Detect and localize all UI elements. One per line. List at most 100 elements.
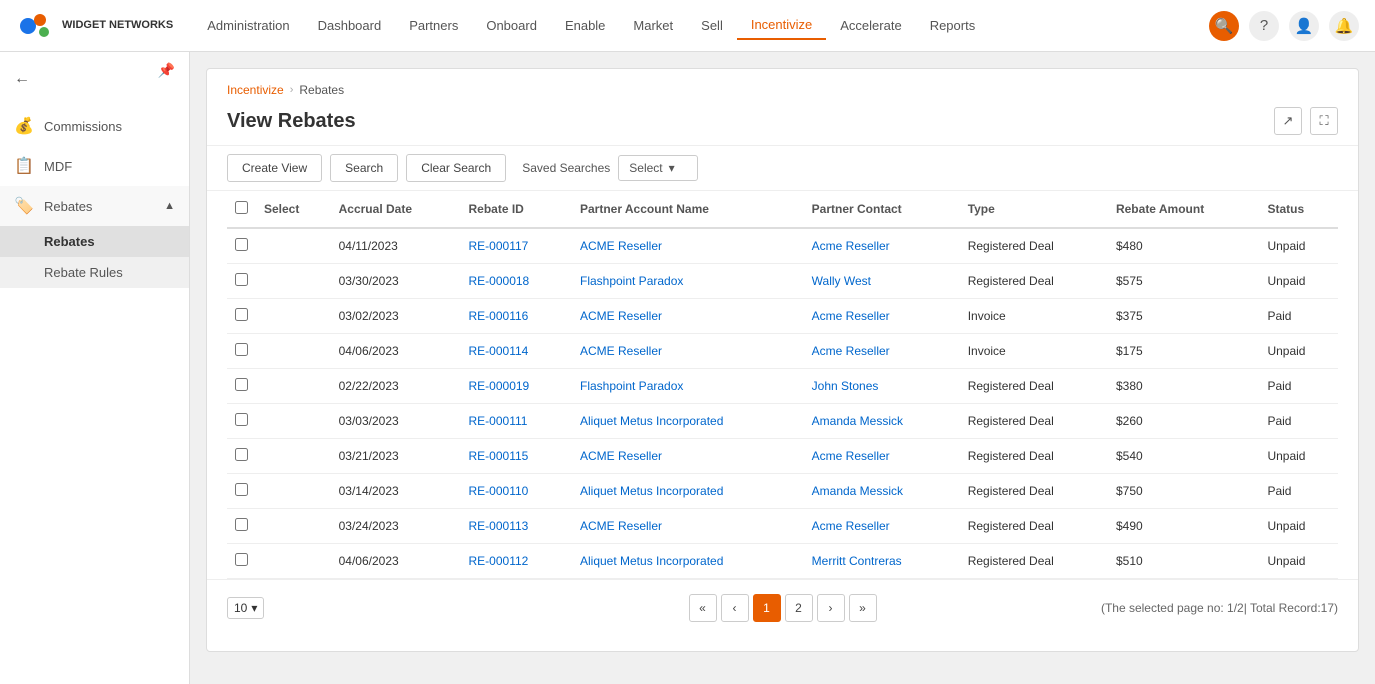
row-checkbox-cell (227, 228, 256, 264)
row-partner-contact-7[interactable]: Amanda Messick (804, 474, 960, 509)
nav-item-sell[interactable]: Sell (687, 12, 737, 39)
saved-searches-dropdown[interactable]: Select ▾ (618, 155, 698, 181)
row-type-2: Invoice (960, 299, 1108, 334)
row-checkbox-5[interactable] (235, 413, 248, 426)
row-checkbox-7[interactable] (235, 483, 248, 496)
rebates-submenu: Rebates Rebate Rules (0, 226, 189, 288)
row-select-2 (256, 299, 331, 334)
help-icon-button[interactable]: ? (1249, 11, 1279, 41)
row-partner-account-7[interactable]: Aliquet Metus Incorporated (572, 474, 804, 509)
col-rebate-id: Rebate ID (461, 191, 572, 228)
table-row: 03/30/2023 RE-000018 Flashpoint Paradox … (227, 264, 1338, 299)
col-partner-account-name: Partner Account Name (572, 191, 804, 228)
row-accrual-date-5: 03/03/2023 (331, 404, 461, 439)
clear-search-button[interactable]: Clear Search (406, 154, 506, 182)
sidebar-item-rebates[interactable]: 🏷️ Rebates ▲ (0, 186, 189, 226)
nav-item-administration[interactable]: Administration (193, 12, 303, 39)
row-partner-contact-9[interactable]: Merritt Contreras (804, 544, 960, 579)
user-avatar-button[interactable]: 👤 (1289, 11, 1319, 41)
select-all-checkbox[interactable] (235, 201, 248, 214)
row-type-9: Registered Deal (960, 544, 1108, 579)
sidebar-submenu-item-rebates[interactable]: Rebates (0, 226, 189, 257)
sidebar-submenu-item-rebate-rules[interactable]: Rebate Rules (0, 257, 189, 288)
breadcrumb-separator: › (290, 84, 294, 96)
per-page-chevron-icon: ▾ (251, 601, 257, 615)
row-checkbox-3[interactable] (235, 343, 248, 356)
select-all-header (227, 191, 256, 228)
page-1-button[interactable]: 1 (753, 594, 781, 622)
page-title: View Rebates (227, 110, 356, 133)
row-partner-account-3[interactable]: ACME Reseller (572, 334, 804, 369)
row-partner-account-0[interactable]: ACME Reseller (572, 228, 804, 264)
row-partner-account-5[interactable]: Aliquet Metus Incorporated (572, 404, 804, 439)
export-icon-button[interactable]: ↗ (1274, 107, 1302, 135)
row-checkbox-2[interactable] (235, 308, 248, 321)
last-page-button[interactable]: » (849, 594, 877, 622)
row-partner-account-8[interactable]: ACME Reseller (572, 509, 804, 544)
row-partner-account-6[interactable]: ACME Reseller (572, 439, 804, 474)
prev-page-button[interactable]: ‹ (721, 594, 749, 622)
row-checkbox-9[interactable] (235, 553, 248, 566)
table-wrapper: Select Accrual Date Rebate ID Partner Ac… (207, 191, 1358, 579)
fullscreen-icon-button[interactable]: ⛶ (1310, 107, 1338, 135)
search-button[interactable]: Search (330, 154, 398, 182)
row-rebate-id-5[interactable]: RE-000111 (461, 404, 572, 439)
breadcrumb-parent-link[interactable]: Incentivize (227, 83, 284, 97)
sidebar-item-commissions[interactable]: 💰 Commissions (0, 106, 189, 146)
row-partner-account-1[interactable]: Flashpoint Paradox (572, 264, 804, 299)
row-partner-contact-3[interactable]: Acme Reseller (804, 334, 960, 369)
row-rebate-id-6[interactable]: RE-000115 (461, 439, 572, 474)
search-icon-button[interactable]: 🔍 (1209, 11, 1239, 41)
row-partner-contact-2[interactable]: Acme Reseller (804, 299, 960, 334)
row-rebate-amount-4: $380 (1108, 369, 1259, 404)
row-rebate-id-1[interactable]: RE-000018 (461, 264, 572, 299)
row-rebate-id-0[interactable]: RE-000117 (461, 228, 572, 264)
next-page-button[interactable]: › (817, 594, 845, 622)
table-header: Select Accrual Date Rebate ID Partner Ac… (227, 191, 1338, 228)
row-select-7 (256, 474, 331, 509)
create-view-button[interactable]: Create View (227, 154, 322, 182)
row-checkbox-0[interactable] (235, 238, 248, 251)
row-rebate-id-8[interactable]: RE-000113 (461, 509, 572, 544)
row-checkbox-4[interactable] (235, 378, 248, 391)
nav-item-enable[interactable]: Enable (551, 12, 619, 39)
page-2-button[interactable]: 2 (785, 594, 813, 622)
row-partner-account-9[interactable]: Aliquet Metus Incorporated (572, 544, 804, 579)
row-rebate-id-9[interactable]: RE-000112 (461, 544, 572, 579)
nav-item-accelerate[interactable]: Accelerate (826, 12, 915, 39)
row-checkbox-6[interactable] (235, 448, 248, 461)
row-partner-contact-8[interactable]: Acme Reseller (804, 509, 960, 544)
row-status-6: Unpaid (1259, 439, 1338, 474)
row-partner-contact-0[interactable]: Acme Reseller (804, 228, 960, 264)
row-partner-contact-1[interactable]: Wally West (804, 264, 960, 299)
nav-item-reports[interactable]: Reports (916, 12, 990, 39)
per-page-dropdown[interactable]: 10 ▾ (227, 597, 264, 619)
nav-item-incentivize[interactable]: Incentivize (737, 11, 826, 40)
row-partner-contact-6[interactable]: Acme Reseller (804, 439, 960, 474)
row-status-3: Unpaid (1259, 334, 1338, 369)
logo-area[interactable]: WIDGET NETWORKS (16, 6, 173, 46)
row-rebate-amount-6: $540 (1108, 439, 1259, 474)
row-accrual-date-8: 03/24/2023 (331, 509, 461, 544)
row-partner-account-4[interactable]: Flashpoint Paradox (572, 369, 804, 404)
row-status-5: Paid (1259, 404, 1338, 439)
row-rebate-id-4[interactable]: RE-000019 (461, 369, 572, 404)
sidebar-item-mdf[interactable]: 📋 MDF (0, 146, 189, 186)
row-checkbox-1[interactable] (235, 273, 248, 286)
row-rebate-id-7[interactable]: RE-000110 (461, 474, 572, 509)
row-partner-contact-4[interactable]: John Stones (804, 369, 960, 404)
row-partner-contact-5[interactable]: Amanda Messick (804, 404, 960, 439)
row-rebate-id-3[interactable]: RE-000114 (461, 334, 572, 369)
row-rebate-id-2[interactable]: RE-000116 (461, 299, 572, 334)
row-type-4: Registered Deal (960, 369, 1108, 404)
nav-item-dashboard[interactable]: Dashboard (304, 12, 396, 39)
nav-item-onboard[interactable]: Onboard (472, 12, 551, 39)
nav-item-partners[interactable]: Partners (395, 12, 472, 39)
row-checkbox-8[interactable] (235, 518, 248, 531)
notification-icon-button[interactable]: 🔔 (1329, 11, 1359, 41)
nav-item-market[interactable]: Market (619, 12, 687, 39)
sidebar-pin-button[interactable]: 📌 (158, 62, 175, 79)
toolbar: Create View Search Clear Search Saved Se… (207, 145, 1358, 191)
row-partner-account-2[interactable]: ACME Reseller (572, 299, 804, 334)
first-page-button[interactable]: « (689, 594, 717, 622)
